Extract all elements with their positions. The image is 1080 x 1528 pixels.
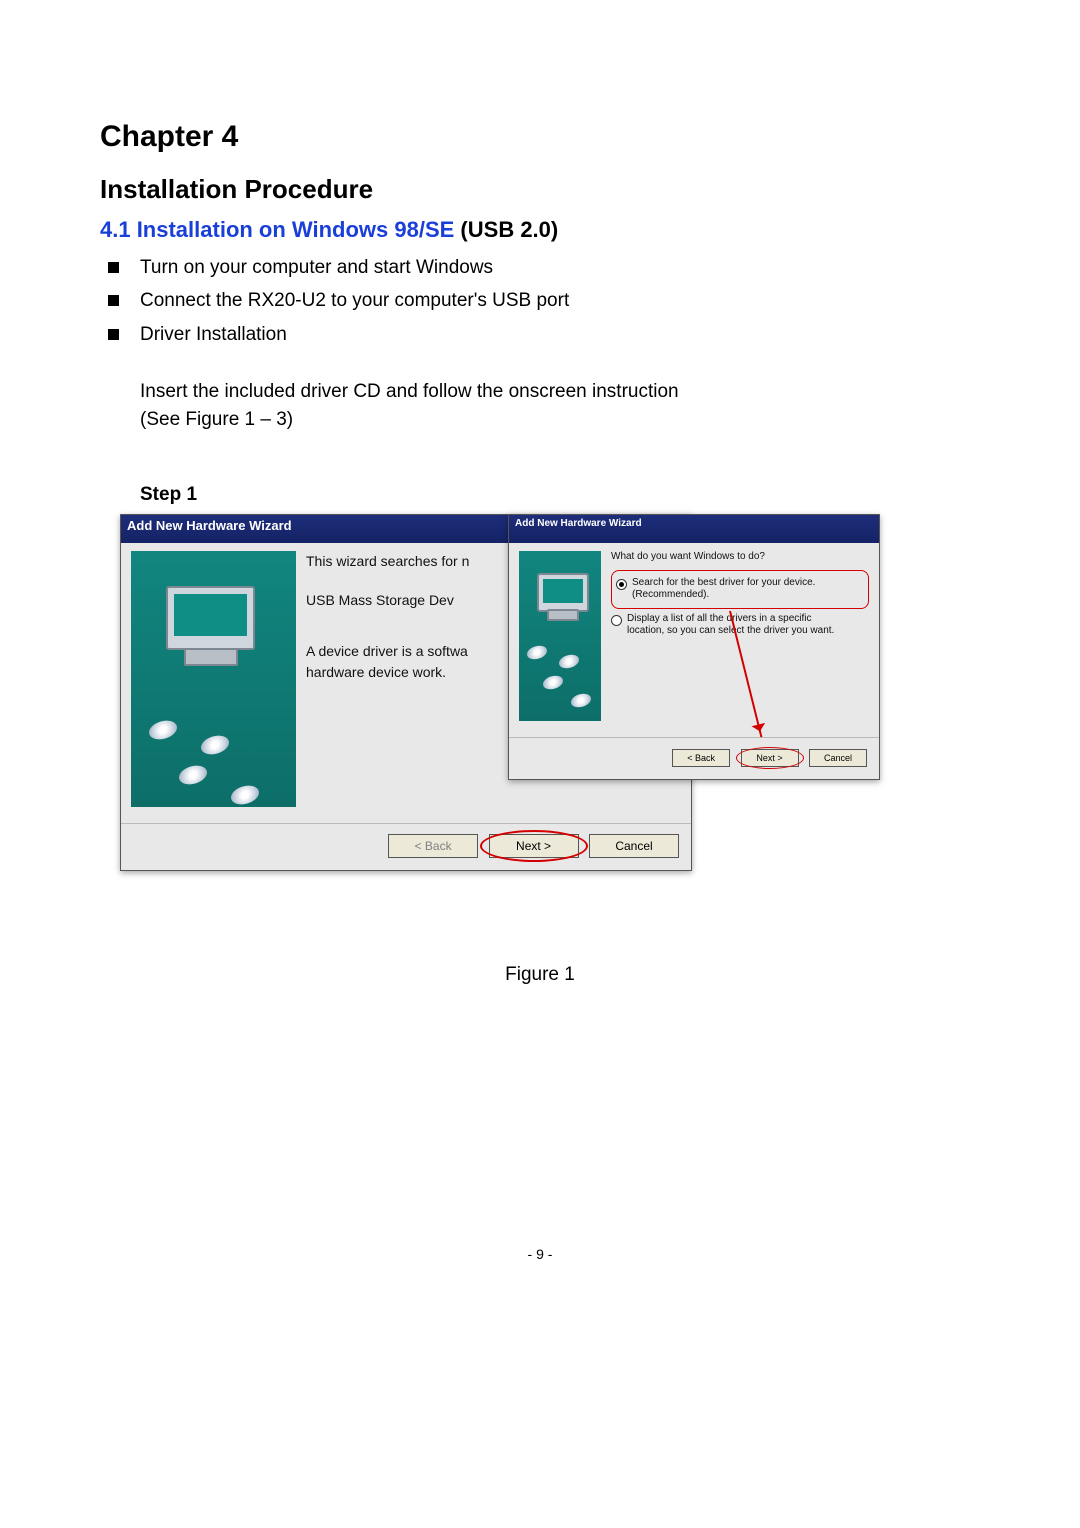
disk-icon bbox=[179, 764, 207, 787]
disk-icon bbox=[543, 674, 563, 691]
disk-icon bbox=[201, 734, 229, 757]
option-highlighted: Search for the best driver for your devi… bbox=[611, 570, 869, 609]
radio-icon bbox=[611, 615, 622, 626]
screenshot-group: Add New Hardware Wizard This wizard sear… bbox=[120, 514, 860, 934]
section-heading: 4.1 Installation on Windows 98/SE (USB 2… bbox=[100, 217, 980, 243]
radio-option-1[interactable]: Search for the best driver for your devi… bbox=[616, 577, 864, 602]
wizard1-art bbox=[131, 551, 296, 807]
radio-option-2[interactable]: Display a list of all the drivers in a s… bbox=[611, 613, 869, 638]
disk-icon bbox=[231, 784, 259, 807]
indent-text: Insert the included driver CD and follow… bbox=[100, 377, 980, 406]
wizard2-prompt: What do you want Windows to do? bbox=[611, 551, 869, 564]
disk-icon bbox=[559, 653, 579, 670]
section-blue: 4.1 Installation on Windows 98/SE bbox=[100, 217, 454, 242]
list-item: Driver Installation bbox=[100, 320, 980, 349]
page-title: Installation Procedure bbox=[100, 174, 980, 205]
opt1-line: Search for the best driver for your devi… bbox=[632, 577, 815, 590]
disk-icon bbox=[571, 692, 591, 709]
wizard2-art bbox=[519, 551, 601, 721]
disk-icon bbox=[149, 719, 177, 742]
figure-caption: Figure 1 bbox=[100, 964, 980, 986]
disk-icon bbox=[527, 644, 547, 661]
back-button[interactable]: < Back bbox=[388, 834, 478, 858]
next-button[interactable]: Next > bbox=[489, 834, 579, 858]
opt1-line: (Recommended). bbox=[632, 589, 815, 602]
chapter-heading: Chapter 4 bbox=[100, 120, 980, 154]
wizard-window-2: Add New Hardware Wizard What do you want… bbox=[508, 514, 880, 780]
wizard2-text: What do you want Windows to do? Search f… bbox=[611, 551, 869, 721]
monitor-icon bbox=[166, 586, 255, 650]
indent-text: (See Figure 1 – 3) bbox=[100, 405, 980, 434]
list-item: Turn on your computer and start Windows bbox=[100, 253, 980, 282]
wizard2-buttonbar: < Back Next > Cancel bbox=[509, 737, 879, 779]
radio-selected-icon bbox=[616, 579, 627, 590]
back-button[interactable]: < Back bbox=[672, 749, 730, 767]
next-button[interactable]: Next > bbox=[741, 749, 799, 767]
list-item: Connect the RX20-U2 to your computer's U… bbox=[100, 286, 980, 315]
page-number: - 9 - bbox=[100, 1246, 980, 1262]
bullet-list: Turn on your computer and start Windows … bbox=[100, 253, 980, 349]
step-label: Step 1 bbox=[140, 484, 980, 506]
cancel-button[interactable]: Cancel bbox=[809, 749, 867, 767]
wizard1-buttonbar: < Back Next > Cancel bbox=[121, 823, 691, 870]
wizard2-title: Add New Hardware Wizard bbox=[509, 515, 879, 543]
section-suffix: (USB 2.0) bbox=[454, 217, 558, 242]
cancel-button[interactable]: Cancel bbox=[589, 834, 679, 858]
opt2-line: location, so you can select the driver y… bbox=[627, 625, 834, 638]
monitor-icon bbox=[537, 573, 589, 612]
